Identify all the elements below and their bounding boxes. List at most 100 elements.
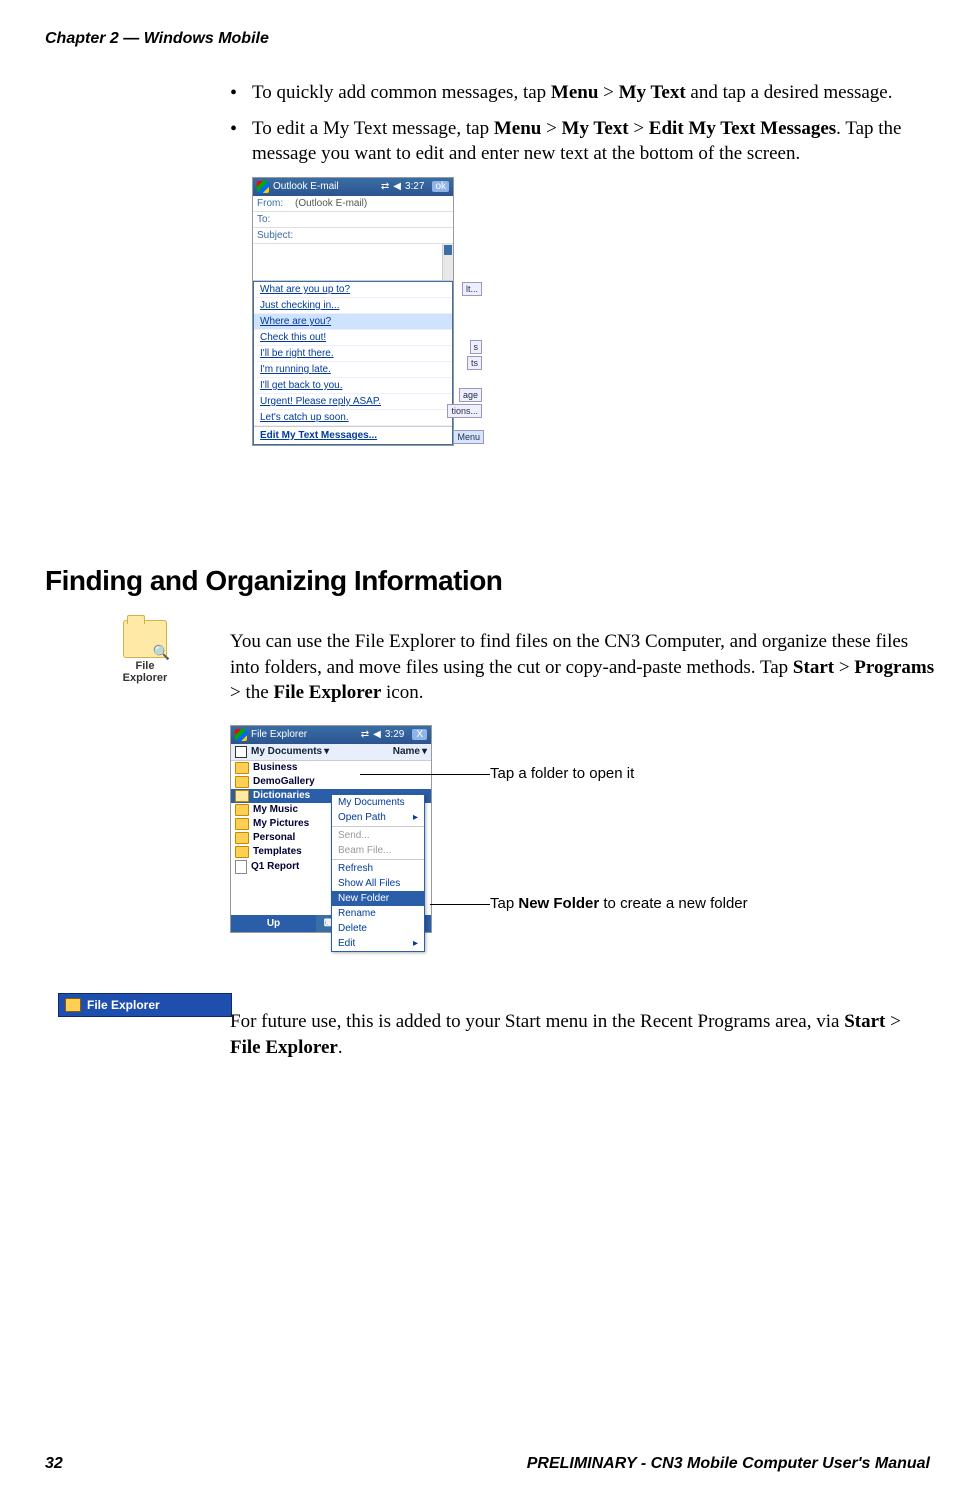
ctx-beam-file: Beam File...: [332, 843, 424, 858]
scroll-handle[interactable]: [444, 245, 452, 255]
bullet-list: To quickly add common messages, tap Menu…: [230, 80, 930, 167]
text: >: [834, 657, 854, 678]
text: > the: [230, 682, 273, 703]
folder-icon: [235, 846, 249, 858]
mytext-popup: lt... s ts age tions... What are you up …: [253, 281, 453, 445]
mytext-item[interactable]: I'm running late.: [254, 362, 452, 378]
folder-name: My Music: [253, 804, 298, 815]
paragraph-1: You can use the File Explorer to find fi…: [230, 629, 940, 706]
chevron-down-icon: ▾: [324, 746, 329, 757]
edit-mytext-messages[interactable]: Edit My Text Messages...: [254, 426, 452, 444]
manual-title: PRELIMINARY - CN3 Mobile Computer User's…: [527, 1455, 930, 1473]
folder-row[interactable]: Business: [231, 761, 431, 775]
ctx-refresh[interactable]: Refresh: [332, 861, 424, 876]
document-icon: [235, 860, 247, 874]
window-titlebar: File Explorer ⇄◀3:29 X: [231, 726, 431, 744]
text: >: [885, 1011, 900, 1032]
page-number: 32: [45, 1455, 63, 1473]
ok-button[interactable]: ok: [432, 181, 449, 192]
ctx-edit[interactable]: Edit▸: [332, 936, 424, 951]
chevron-down-icon: ▾: [422, 746, 427, 757]
file-explorer-label: File Explorer: [230, 1037, 338, 1058]
close-button[interactable]: X: [412, 729, 427, 740]
paragraph-2: For future use, this is added to your St…: [230, 1009, 930, 1060]
page-footer: 32 PRELIMINARY - CN3 Mobile Computer Use…: [45, 1455, 930, 1473]
icon-label: File Explorer: [123, 660, 168, 684]
start-label: Start: [793, 657, 834, 678]
to-field[interactable]: To:: [253, 212, 453, 228]
folder-icon: [235, 804, 249, 816]
running-header: Chapter 2 — Windows Mobile: [45, 30, 269, 48]
callout-tap-folder: Tap a folder to open it: [490, 765, 634, 782]
main-content: To quickly add common messages, tap Menu…: [230, 80, 930, 446]
mytext-item[interactable]: I'll get back to you.: [254, 378, 452, 394]
folder-name: Personal: [253, 832, 295, 843]
folder-name: Dictionaries: [253, 790, 310, 801]
folder-row[interactable]: DemoGallery: [231, 775, 431, 789]
mytext-item[interactable]: Let's catch up soon.: [254, 410, 452, 426]
folder-name: Business: [253, 762, 297, 773]
text: and tap a desired message.: [686, 82, 893, 103]
folder-name: DemoGallery: [253, 776, 315, 787]
mytext-label: My Text: [619, 82, 686, 103]
folder-icon: [235, 818, 249, 830]
file-explorer-label: File Explorer: [273, 682, 381, 703]
mytext-item[interactable]: Urgent! Please reply ASAP.: [254, 394, 452, 410]
up-button[interactable]: Up: [231, 915, 316, 932]
file-name: Q1 Report: [251, 861, 299, 872]
ctx-delete[interactable]: Delete: [332, 921, 424, 936]
screenshot-file-explorer: File Explorer ⇄◀3:29 X My Documents ▾ Na…: [230, 725, 432, 933]
menu-tab[interactable]: Menu: [453, 430, 484, 444]
side-tab: ts: [467, 356, 482, 370]
start-menu-file-explorer[interactable]: File Explorer: [58, 993, 232, 1017]
folder-icon: [235, 776, 249, 788]
start-label: Start: [844, 1011, 885, 1032]
ctx-my-documents[interactable]: My Documents: [332, 795, 424, 810]
text: To edit a My Text message, tap: [252, 118, 494, 139]
ctx-rename[interactable]: Rename: [332, 906, 424, 921]
breadcrumb-bar[interactable]: My Documents ▾ Name ▾: [231, 744, 431, 761]
ctx-send: Send...: [332, 828, 424, 843]
label: File Explorer: [87, 998, 160, 1012]
side-tab: s: [470, 340, 483, 354]
start-flag-icon[interactable]: [257, 181, 269, 193]
from-value: (Outlook E-mail): [295, 198, 367, 209]
start-flag-icon[interactable]: [235, 729, 247, 741]
mytext-label: My Text: [562, 118, 629, 139]
compose-body[interactable]: [253, 244, 453, 281]
file-explorer-program-icon: File Explorer: [113, 620, 177, 684]
context-menu: My Documents Open Path▸ Send... Beam Fil…: [331, 794, 425, 952]
from-label: From:: [257, 198, 295, 209]
folder-icon: [65, 998, 81, 1012]
mytext-item[interactable]: Check this out!: [254, 330, 452, 346]
mytext-item[interactable]: Where are you?: [254, 314, 452, 330]
from-field: From: (Outlook E-mail): [253, 196, 453, 212]
window-title: File Explorer: [251, 729, 307, 740]
ctx-new-folder[interactable]: New Folder: [332, 891, 424, 906]
menu-label: Menu: [494, 118, 542, 139]
programs-label: Programs: [854, 657, 934, 678]
sort-label[interactable]: Name: [393, 746, 420, 757]
ctx-show-all-files[interactable]: Show All Files: [332, 876, 424, 891]
volume-icon: ◀: [373, 729, 381, 740]
mytext-item[interactable]: What are you up to?: [254, 282, 452, 298]
chevron-right-icon: ▸: [413, 938, 418, 949]
window-title: Outlook E-mail: [273, 181, 339, 192]
text: >: [629, 118, 649, 139]
clock: 3:29: [385, 729, 404, 740]
text: .: [338, 1037, 343, 1058]
title-icons: ⇄◀3:27: [377, 181, 425, 192]
subject-field[interactable]: Subject:: [253, 228, 453, 244]
breadcrumb[interactable]: My Documents: [251, 746, 322, 757]
folder-search-icon: [123, 620, 167, 658]
folder-icon: [235, 832, 249, 844]
ctx-open-path[interactable]: Open Path▸: [332, 810, 424, 825]
mytext-item[interactable]: I'll be right there.: [254, 346, 452, 362]
mytext-item[interactable]: Just checking in...: [254, 298, 452, 314]
text: To quickly add common messages, tap: [252, 82, 551, 103]
text: to create a new folder: [599, 895, 747, 912]
title-icons: ⇄◀3:29: [357, 729, 405, 740]
sync-icon: ⇄: [381, 181, 389, 192]
window-titlebar: Outlook E-mail ⇄◀3:27 ok: [253, 178, 453, 196]
text: For future use, this is added to your St…: [230, 1011, 844, 1032]
